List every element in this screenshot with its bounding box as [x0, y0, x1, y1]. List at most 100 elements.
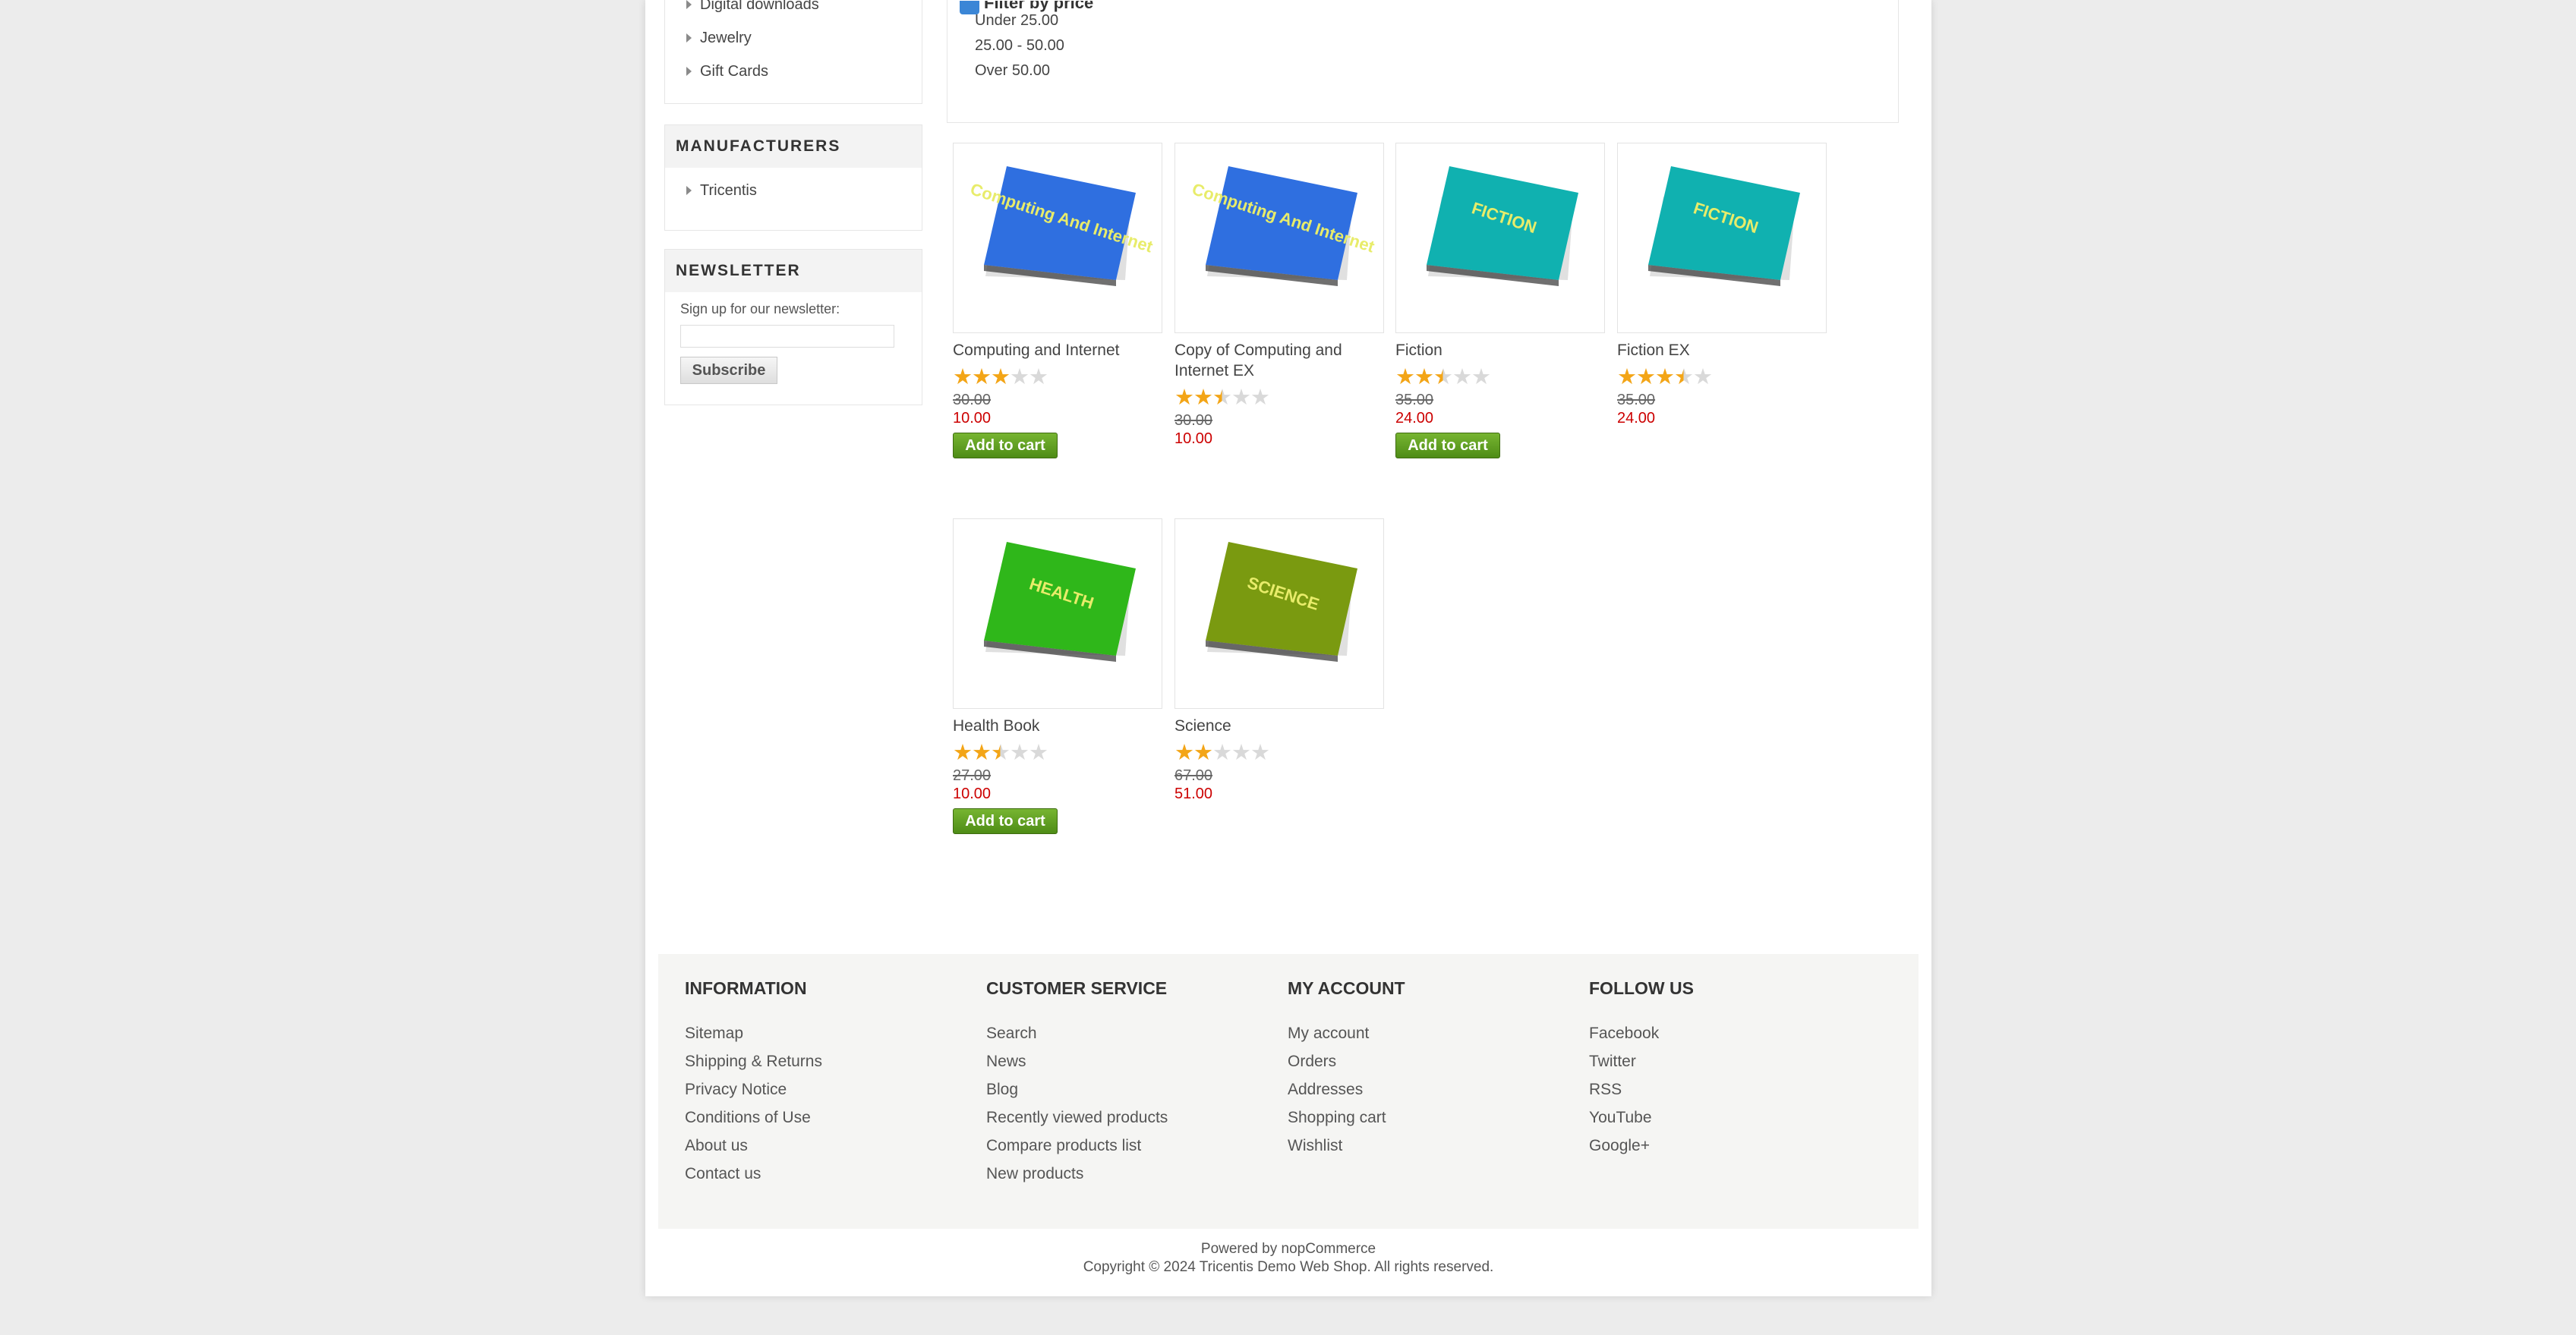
- star-icon: ★: [1395, 365, 1415, 389]
- star-icon: ★: [953, 741, 973, 765]
- star-icon: ★: [1010, 365, 1029, 389]
- manufacturers-title: MANUFACTURERS: [665, 125, 922, 168]
- footer-link-search[interactable]: Search: [986, 1019, 1168, 1047]
- star-icon: ★: [1029, 365, 1048, 389]
- footer-link-privacy[interactable]: Privacy Notice: [685, 1075, 822, 1104]
- add-to-cart-button[interactable]: Add to cart: [953, 808, 1058, 834]
- product-item: Computing And Internet Computing and Inte…: [953, 143, 1162, 458]
- price-range-25-50[interactable]: 25.00 - 50.00: [975, 33, 1064, 58]
- old-price: 35.00: [1617, 392, 1656, 408]
- product-title[interactable]: Fiction EX: [1617, 340, 1827, 361]
- book-cover-icon: HEALTH: [984, 542, 1136, 662]
- manufacturer-link[interactable]: Tricentis: [700, 182, 757, 199]
- price-range-under-25[interactable]: Under 25.00: [975, 8, 1064, 33]
- product-rating: ★★★★★: [1174, 742, 1384, 764]
- star-icon: ★: [1212, 386, 1232, 410]
- product-title[interactable]: Computing and Internet: [953, 340, 1162, 361]
- footer-link-blog[interactable]: Blog: [986, 1075, 1168, 1104]
- star-icon: ★: [1010, 741, 1029, 765]
- product-rating: ★★★★★: [1174, 386, 1384, 410]
- star-icon: ★: [1193, 741, 1213, 765]
- footer-column-information: INFORMATION Sitemap Shipping & Returns P…: [685, 978, 822, 1188]
- old-price: 27.00: [953, 767, 992, 784]
- star-icon: ★: [1250, 386, 1270, 410]
- add-to-cart-button[interactable]: Add to cart: [953, 433, 1058, 458]
- old-price: 35.00: [1395, 392, 1434, 408]
- category-link-digital-downloads[interactable]: Digital downloads: [700, 0, 819, 13]
- footer-heading: CUSTOMER SERVICE: [986, 978, 1168, 998]
- product-title[interactable]: Health Book: [953, 716, 1162, 736]
- footer-heading: FOLLOW US: [1589, 978, 1694, 998]
- footer-link-contact[interactable]: Contact us: [685, 1160, 822, 1188]
- product-item: SCIENCE Science ★★★★★ 67.00 51.00: [1174, 518, 1384, 803]
- footer-link-shopping-cart[interactable]: Shopping cart: [1288, 1104, 1405, 1132]
- footer-link-facebook[interactable]: Facebook: [1589, 1019, 1694, 1047]
- footer-column-customer-service: CUSTOMER SERVICE Search News Blog Recent…: [986, 978, 1168, 1188]
- newsletter-email-input[interactable]: [680, 325, 894, 348]
- star-icon: ★: [1029, 741, 1048, 765]
- star-icon: ★: [1212, 741, 1232, 765]
- actual-price: 10.00: [953, 410, 992, 427]
- actual-price: 10.00: [953, 786, 992, 802]
- footer-link-youtube[interactable]: YouTube: [1589, 1104, 1694, 1132]
- footer-link-my-account[interactable]: My account: [1288, 1019, 1405, 1047]
- book-cover-icon: Computing And Internet: [1190, 166, 1377, 286]
- footer-link-recently-viewed[interactable]: Recently viewed products: [986, 1104, 1168, 1132]
- price-range-over-50[interactable]: Over 50.00: [975, 58, 1064, 83]
- product-image[interactable]: Computing And Internet: [953, 143, 1162, 333]
- product-title[interactable]: Science: [1174, 716, 1384, 736]
- category-link-gift-cards[interactable]: Gift Cards: [700, 63, 768, 80]
- footer-link-news[interactable]: News: [986, 1047, 1168, 1075]
- product-title[interactable]: Copy of Computing and Internet EX: [1174, 340, 1384, 381]
- book-cover-icon: FICTION: [1427, 166, 1578, 286]
- star-icon: ★: [991, 741, 1011, 765]
- manufacturer-item-tricentis[interactable]: Tricentis: [665, 174, 922, 207]
- category-gift-cards[interactable]: Gift Cards: [665, 55, 922, 88]
- footer-link-shipping[interactable]: Shipping & Returns: [685, 1047, 822, 1075]
- product-item: HEALTH Health Book ★★★★★ 27.00 10.00 Add to c…: [953, 518, 1162, 834]
- legal-info: Powered by nopCommerce Copyright © 2024 …: [645, 1240, 1931, 1277]
- categories-block: Digital downloads Jewelry Gift Cards: [664, 0, 922, 104]
- add-to-cart-button[interactable]: Add to cart: [1395, 433, 1500, 458]
- footer-link-rss[interactable]: RSS: [1589, 1075, 1694, 1104]
- product-image[interactable]: HEALTH: [953, 518, 1162, 709]
- footer-column-my-account: MY ACCOUNT My account Orders Addresses S…: [1288, 978, 1405, 1160]
- category-digital-downloads[interactable]: Digital downloads: [665, 0, 922, 21]
- powered-by-text: Powered by nopCommerce: [1200, 1241, 1376, 1257]
- footer-link-googleplus[interactable]: Google+: [1589, 1132, 1694, 1160]
- footer-link-addresses[interactable]: Addresses: [1288, 1075, 1405, 1104]
- newsletter-block: NEWSLETTER Sign up for our newsletter: S…: [664, 249, 922, 405]
- category-jewelry[interactable]: Jewelry: [665, 21, 922, 55]
- footer-link-new-products[interactable]: New products: [986, 1160, 1168, 1188]
- arrow-right-icon: [686, 0, 692, 9]
- product-title[interactable]: Fiction: [1395, 340, 1605, 361]
- product-image[interactable]: SCIENCE: [1174, 518, 1384, 709]
- star-icon: ★: [972, 365, 992, 389]
- footer-link-sitemap[interactable]: Sitemap: [685, 1019, 822, 1047]
- product-image[interactable]: Computing And Internet: [1174, 143, 1384, 333]
- footer-link-conditions[interactable]: Conditions of Use: [685, 1104, 822, 1132]
- category-link-jewelry[interactable]: Jewelry: [700, 30, 752, 46]
- star-icon: ★: [1636, 365, 1656, 389]
- manufacturers-block: MANUFACTURERS Tricentis: [664, 124, 922, 231]
- footer-link-wishlist[interactable]: Wishlist: [1288, 1132, 1405, 1160]
- star-icon: ★: [953, 365, 973, 389]
- product-image[interactable]: FICTION: [1617, 143, 1827, 333]
- footer-heading: MY ACCOUNT: [1288, 978, 1405, 998]
- star-icon: ★: [1174, 386, 1194, 410]
- star-icon: ★: [1231, 386, 1251, 410]
- star-icon: ★: [1193, 386, 1213, 410]
- book-cover-icon: FICTION: [1648, 166, 1800, 286]
- subscribe-button[interactable]: Subscribe: [680, 357, 777, 384]
- footer-link-orders[interactable]: Orders: [1288, 1047, 1405, 1075]
- footer-link-compare[interactable]: Compare products list: [986, 1132, 1168, 1160]
- footer-link-twitter[interactable]: Twitter: [1589, 1047, 1694, 1075]
- book-cover-icon: SCIENCE: [1206, 542, 1357, 662]
- footer-link-about[interactable]: About us: [685, 1132, 822, 1160]
- star-icon: ★: [1414, 365, 1434, 389]
- newsletter-title: NEWSLETTER: [665, 250, 922, 292]
- newsletter-label: Sign up for our newsletter:: [680, 301, 840, 316]
- arrow-right-icon: [686, 67, 692, 76]
- product-image[interactable]: FICTION: [1395, 143, 1605, 333]
- actual-price: 24.00: [1617, 410, 1656, 427]
